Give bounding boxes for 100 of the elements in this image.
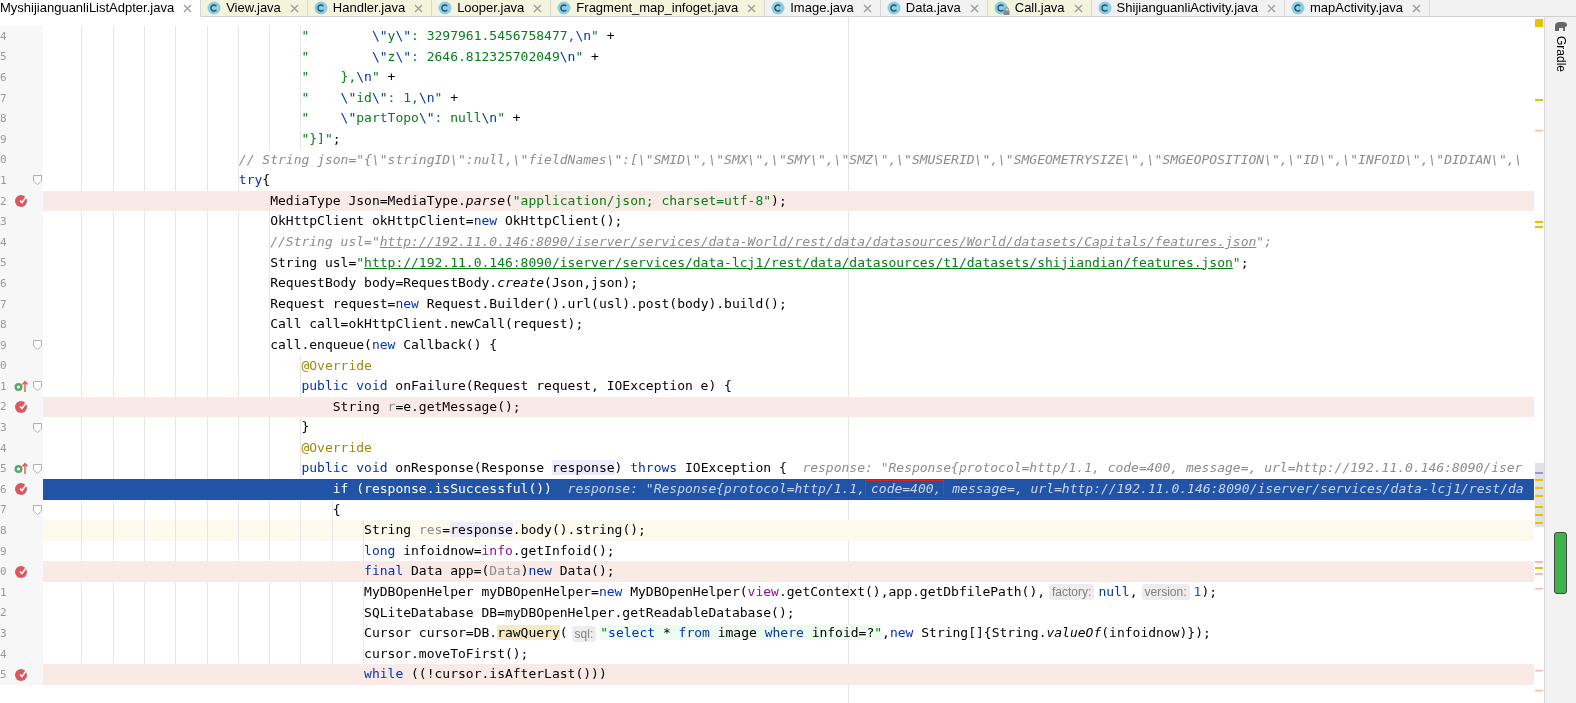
close-icon[interactable] <box>183 3 193 13</box>
editor-tab[interactable]: View.java <box>201 0 308 17</box>
parameter-hint: factory: <box>1049 584 1095 601</box>
line-number: 9 <box>0 338 8 352</box>
line-number: 5 <box>0 256 8 270</box>
breakpoint-icon[interactable] <box>14 400 28 414</box>
line-number: 7 <box>0 503 8 517</box>
parameter-hint: sql: <box>571 625 597 642</box>
code-text: MyDBOpenHelper myDBOpenHelper=new MyDBOpenHelper(view.getContext(),app.getDbfilePath(), <box>364 583 1046 602</box>
class-file-icon <box>886 1 901 15</box>
line-number: 3 <box>0 421 8 435</box>
code-text: 1); <box>1193 583 1218 602</box>
close-icon[interactable] <box>969 3 979 13</box>
editor-tab[interactable]: Image.java <box>765 0 881 17</box>
class-file-icon <box>313 1 328 15</box>
editor-tab[interactable]: Looper.java <box>432 0 552 17</box>
gradle-tool-window-button[interactable]: Gradle <box>1553 36 1568 73</box>
line-number: 1 <box>0 379 8 393</box>
code-text: Call call=okHttpClient.newCall(request); <box>270 315 584 334</box>
override-icon[interactable] <box>14 462 28 476</box>
line-number: 4 <box>0 29 8 43</box>
code-text: OkHttpClient okHttpClient=new OkHttpClient(); <box>270 212 623 231</box>
close-icon[interactable] <box>862 3 872 13</box>
line-number: 4 <box>0 647 8 661</box>
editor-tab[interactable]: Handler.java <box>307 0 433 17</box>
debug-value: response: "Response{protocol=http/1.1, code=400, message=, url=http://192.11.0.146:8090/iser <box>802 459 1523 478</box>
line-number: 2 <box>0 606 8 620</box>
code-text: MediaType Json=MediaType.parse("application/json; charset=utf-8"); <box>270 191 787 210</box>
code-text: while ((!cursor.isAfterLast())) <box>364 665 607 684</box>
override-icon[interactable] <box>14 379 28 393</box>
code-text: } <box>301 418 310 437</box>
line-number: 0 <box>0 565 8 579</box>
code-text: @Override <box>301 356 372 375</box>
fold-icon[interactable] <box>33 463 42 474</box>
editor-tab[interactable]: ShijianguanliActivity.java <box>1091 0 1285 17</box>
close-icon[interactable] <box>1073 3 1083 13</box>
code-text: // String json="{\"stringID\":null,\"fieldNames\":[\"SMID\",\"SMX\",\"SMY\",\"SMZ\",\"SMUSERID\",\"SMGEOMETRYSIZE\",\"SMGEOPOSITION\",\"ID\",\"INFOID\",\"DIDIAN\",\ <box>238 150 1523 169</box>
code-text: @Override <box>301 438 372 457</box>
editor-tab[interactable]: Call.java <box>987 0 1092 17</box>
line-number: 4 <box>0 235 8 249</box>
elephant-icon[interactable] <box>1553 21 1568 32</box>
code-text: SQLiteDatabase DB=myDBOpenHelper.getReadableDatabase(); <box>364 603 795 622</box>
line-number: 3 <box>0 627 8 640</box>
line-number: 7 <box>0 297 8 311</box>
parameter-hint: version: <box>1141 584 1190 601</box>
highlighted-value: code=400, <box>865 480 945 499</box>
code-text: //String usl="http://192.11.0.146:8090/iserver/services/data-World/rest/data/datasources/World/datasets/Capitals/features.json"; <box>270 232 1272 251</box>
code-text: RequestBody body=RequestBody.create(Json,json); <box>270 274 639 293</box>
line-number: 7 <box>0 91 8 105</box>
code-text: public void onFailure(Request request, IOException e) { <box>301 377 732 396</box>
fold-icon[interactable] <box>33 422 42 433</box>
line-number: 8 <box>0 318 8 332</box>
line-number: 1 <box>0 173 8 187</box>
class-file-icon <box>771 1 786 15</box>
code-text: " \"y\": 3297961.5456758477,\n" + <box>301 27 615 45</box>
close-icon[interactable] <box>533 3 543 13</box>
close-icon[interactable] <box>1411 3 1421 13</box>
editor-tab[interactable]: MyshijianguanliListAdpter.java <box>0 0 202 17</box>
code-text: if (response.isSuccessful()) <box>332 480 552 499</box>
code-text: public void onResponse(Response response) throws IOException { <box>301 459 787 478</box>
line-number: 4 <box>0 441 8 455</box>
fold-icon[interactable] <box>33 340 42 351</box>
line-number: 5 <box>0 50 8 64</box>
class-file-icon <box>1291 1 1305 15</box>
fold-icon[interactable] <box>33 175 42 186</box>
fold-icon[interactable] <box>33 504 42 515</box>
close-icon[interactable] <box>1267 3 1276 13</box>
code-text: call.enqueue(new Callback() { <box>270 335 498 354</box>
line-number: 0 <box>0 153 8 167</box>
status-indicator <box>1554 532 1567 594</box>
line-number: 1 <box>0 585 8 599</box>
close-icon[interactable] <box>414 3 424 13</box>
class-file-icon <box>557 1 572 15</box>
class-file-icon <box>438 1 453 15</box>
code-text: " \"z\": 2646.812325702049\n" + <box>301 47 599 66</box>
fold-icon[interactable] <box>33 381 42 392</box>
debug-value: response: "Response{protocol=http/1.1, <box>567 480 865 499</box>
breakpoint-icon[interactable] <box>14 482 28 497</box>
editor-tab[interactable]: Fragment_map_infoget.java <box>551 0 766 17</box>
breakpoint-icon[interactable] <box>14 564 28 579</box>
line-number: 5 <box>0 462 8 476</box>
code-text: { <box>332 500 341 519</box>
code-text: Cursor cursor=DB.rawQuery( <box>364 624 568 643</box>
breakpoint-icon[interactable] <box>14 667 28 682</box>
close-icon[interactable] <box>747 3 757 13</box>
class-file-icon <box>1097 1 1112 15</box>
editor-tab[interactable]: mapActivity.java <box>1285 0 1430 17</box>
code-text: String usl="http://192.11.0.146:8090/iserver/services/data-lcj1/rest/data/datasources/t1/datasets/shijiandian/features.json"; <box>270 253 1249 272</box>
line-number: 8 <box>0 524 8 538</box>
breakpoint-icon[interactable] <box>14 194 28 209</box>
code-text: Request request=new Request.Builder().url(usl).post(body).build(); <box>270 294 787 313</box>
editor-tab[interactable]: Data.java <box>880 0 988 17</box>
lock-icon <box>1002 7 1010 15</box>
close-icon[interactable] <box>289 3 299 13</box>
code-text: final Data app=(Data)new Data(); <box>364 562 615 581</box>
code-text: " \"id\": 1,\n" + <box>301 88 458 107</box>
line-number: 9 <box>0 132 8 146</box>
line-number: 0 <box>0 359 8 373</box>
code-text: String r=e.getMessage(); <box>332 397 521 416</box>
class-file-icon <box>993 1 1008 15</box>
